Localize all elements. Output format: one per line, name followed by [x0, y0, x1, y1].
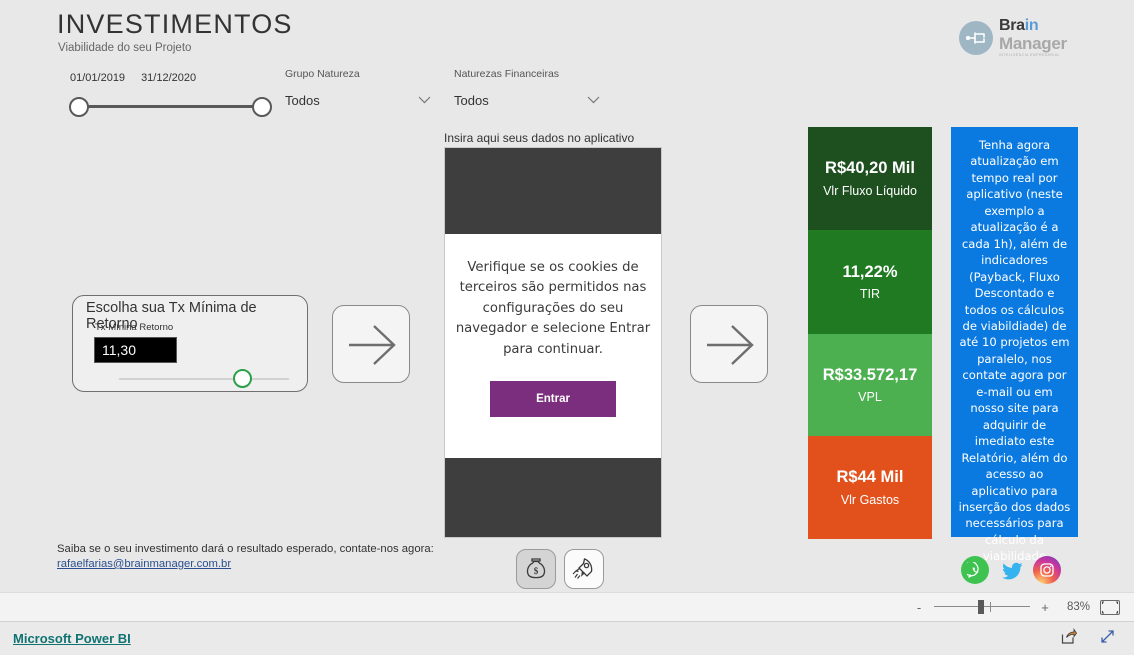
bottom-bar: Microsoft Power BI — [0, 621, 1134, 655]
tx-slider-handle[interactable] — [233, 369, 252, 388]
report-canvas: INVESTIMENTOS Viabilidade do seu Projeto… — [0, 0, 1134, 592]
slicer-naturezas-financeiras-value: Todos — [454, 92, 489, 108]
kpi-card-vlr-gastos[interactable]: R$44 Mil Vlr Gastos — [808, 436, 932, 539]
whatsapp-button[interactable] — [961, 556, 989, 584]
date-range-slicer[interactable]: 01/01/2019 31/12/2020 — [68, 72, 273, 117]
app-embed-label: Insira aqui seus dados no aplicativo — [444, 131, 635, 145]
tx-value-input[interactable]: 11,30 — [94, 337, 177, 363]
slicer-naturezas-financeiras-label: Naturezas Financeiras — [454, 68, 560, 80]
kpi-label: TIR — [859, 287, 881, 302]
kpi-label: Vlr Fluxo Líquido — [823, 183, 917, 198]
logo-brain-blue: in — [1024, 17, 1039, 34]
arrow-right-icon — [349, 325, 396, 365]
chevron-down-icon — [418, 96, 431, 104]
zoom-level-label: 83% — [1066, 601, 1090, 613]
kpi-card-group: R$40,20 Mil Vlr Fluxo Líquido 11,22% TIR… — [808, 127, 932, 539]
page-subtitle: Viabilidade do seu Projeto — [58, 42, 192, 54]
bottom-bar-actions — [1060, 627, 1116, 650]
logo-circle-icon — [959, 21, 993, 55]
brainmanager-logo: Brain Manager INTELIGÊNCIA EMPRESARIAL — [959, 18, 1079, 60]
slicer-grupo-natureza-box[interactable]: Todos — [285, 89, 435, 111]
page-title: INVESTIMENTOS — [57, 9, 293, 39]
zoom-slider-tick — [990, 602, 991, 612]
date-range-labels: 01/01/2019 31/12/2020 — [68, 72, 273, 84]
date-slider-handle-end[interactable] — [252, 97, 272, 117]
fit-to-page-icon — [1101, 600, 1119, 614]
date-start-label: 01/01/2019 — [70, 72, 126, 84]
chevron-down-icon — [587, 96, 600, 104]
social-links — [961, 556, 1061, 584]
next-arrow-button-right[interactable] — [690, 305, 768, 383]
date-slider-handle-start[interactable] — [69, 97, 89, 117]
slicer-grupo-natureza-label: Grupo Natureza — [285, 68, 360, 80]
svg-text:$: $ — [534, 566, 539, 576]
contact-text: Saiba se o seu investimento dará o resul… — [57, 543, 434, 555]
kpi-value: R$44 Mil — [836, 468, 904, 487]
tx-slider-track[interactable] — [119, 369, 289, 389]
date-slider-rail — [79, 105, 262, 108]
rocket-icon — [572, 558, 593, 579]
twitter-button[interactable] — [997, 556, 1025, 584]
fullscreen-expand-icon — [1101, 629, 1114, 643]
logo-manager: Manager — [999, 34, 1067, 53]
promo-text-panel: Tenha agora atualização em tempo real po… — [951, 127, 1078, 563]
instagram-button[interactable] — [1033, 556, 1061, 584]
app-embed-top-band — [445, 148, 661, 234]
fullscreen-button[interactable] — [1099, 628, 1116, 650]
app-embed-bottom-band — [445, 458, 661, 537]
tx-field-label: Tx Mínina Retorno — [95, 322, 174, 333]
money-bag-button[interactable]: $ — [516, 549, 556, 589]
app-embed-frame[interactable]: Verifique se os cookies de terceiros são… — [444, 147, 662, 538]
app-cookie-message: Verifique se os cookies de terceiros são… — [455, 260, 651, 357]
entrar-button[interactable]: Entrar — [490, 381, 616, 418]
slicer-naturezas-financeiras[interactable]: Naturezas Financeiras Todos — [454, 68, 604, 111]
whatsapp-icon — [966, 561, 979, 578]
kpi-card-fluxo-liquido[interactable]: R$40,20 Mil Vlr Fluxo Líquido — [808, 127, 932, 230]
zoom-slider-handle[interactable] — [978, 600, 984, 614]
logo-brain-dark: Bra — [999, 17, 1025, 34]
logo-tagline: INTELIGÊNCIA EMPRESARIAL — [999, 53, 1060, 57]
contact-email-link[interactable]: rafaelfarias@brainmanager.com.br — [57, 558, 231, 570]
tx-slider-rail — [119, 378, 289, 380]
kpi-card-vpl[interactable]: R$33.572,17 VPL — [808, 334, 932, 436]
contact-block: Saiba se o seu investimento dará o resul… — [57, 543, 434, 570]
powerbi-report-page: INVESTIMENTOS Viabilidade do seu Projeto… — [0, 0, 1134, 655]
share-button[interactable] — [1060, 627, 1078, 650]
slicer-grupo-natureza[interactable]: Grupo Natureza Todos — [285, 68, 435, 111]
fit-to-page-button[interactable] — [1100, 599, 1120, 615]
instagram-icon — [1040, 563, 1054, 577]
tx-minima-retorno-card[interactable]: Escolha sua Tx Mínima de Retorno Tx Míni… — [72, 295, 308, 392]
zoom-in-button[interactable]: + — [1040, 600, 1050, 615]
app-cookie-dialog: Verifique se os cookies de terceiros são… — [445, 234, 661, 458]
kpi-label: Vlr Gastos — [840, 492, 900, 507]
money-bag-icon: $ — [526, 558, 546, 579]
date-slider-track[interactable] — [68, 97, 273, 117]
next-arrow-button-left[interactable] — [332, 305, 410, 383]
kpi-value: R$33.572,17 — [822, 365, 918, 384]
twitter-icon — [1001, 562, 1023, 580]
zoom-slider[interactable] — [934, 600, 1030, 614]
rocket-button[interactable] — [564, 549, 604, 589]
slicer-grupo-natureza-value: Todos — [285, 92, 320, 108]
slicer-naturezas-financeiras-box[interactable]: Todos — [454, 89, 604, 111]
status-bar: - + 83% — [0, 592, 1134, 621]
zoom-out-button[interactable]: - — [914, 600, 924, 615]
kpi-value: R$40,20 Mil — [825, 159, 915, 178]
share-icon — [1061, 627, 1078, 644]
arrow-right-icon — [707, 325, 754, 365]
kpi-label: VPL — [858, 390, 882, 405]
kpi-value: 11,22% — [842, 262, 898, 281]
date-end-label: 31/12/2020 — [141, 72, 197, 84]
kpi-card-tir[interactable]: 11,22% TIR — [808, 230, 932, 334]
logo-wordmark: Brain Manager INTELIGÊNCIA EMPRESARIAL — [999, 18, 1067, 58]
microsoft-power-bi-link[interactable]: Microsoft Power BI — [13, 631, 131, 646]
